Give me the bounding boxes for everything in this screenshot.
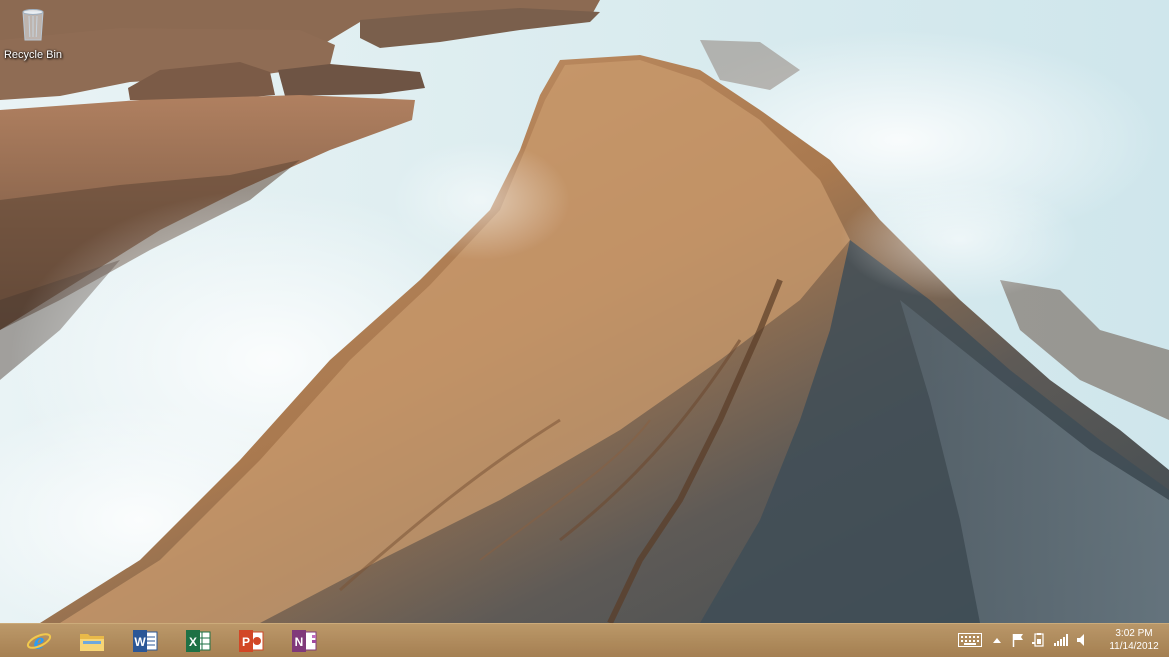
clock-date: 11/14/2012 <box>1109 641 1159 652</box>
excel-icon: X <box>186 630 211 652</box>
svg-text:X: X <box>189 635 197 649</box>
taskbar-app-word[interactable]: W <box>120 625 170 657</box>
taskbar-app-powerpoint[interactable]: P <box>226 625 276 657</box>
volume-icon[interactable] <box>1075 632 1089 648</box>
onenote-icon: N <box>292 630 317 652</box>
system-tray: 3:02 PM 11/14/2012 <box>949 624 1169 657</box>
show-hidden-icons-chevron[interactable] <box>991 632 1003 648</box>
network-signal-icon[interactable] <box>1053 632 1069 648</box>
clock-time: 3:02 PM <box>1115 628 1153 639</box>
taskbar-app-internet-explorer[interactable]: e <box>14 625 64 657</box>
power-icon[interactable] <box>1031 632 1047 648</box>
taskbar-clock[interactable]: 3:02 PM 11/14/2012 <box>1103 627 1165 653</box>
desktop-wallpaper <box>0 0 1169 657</box>
taskbar-app-file-explorer[interactable] <box>67 625 117 657</box>
powerpoint-icon: P <box>239 630 264 652</box>
recycle-bin-icon <box>17 6 49 42</box>
desktop[interactable]: Recycle Bin e W X P N 3:02 PM 11/14/2012 <box>0 0 1169 657</box>
svg-text:W: W <box>134 635 146 649</box>
desktop-icon-recycle-bin[interactable]: Recycle Bin <box>2 4 64 66</box>
keyboard-icon[interactable] <box>957 632 983 648</box>
taskbar: e W X P N 3:02 PM 11/14/2012 <box>0 623 1169 657</box>
internet-explorer-icon: e <box>26 629 52 654</box>
word-icon: W <box>133 630 158 652</box>
svg-text:N: N <box>295 635 304 649</box>
svg-text:P: P <box>242 635 250 649</box>
action-center-flag-icon[interactable] <box>1011 632 1025 648</box>
taskbar-app-excel[interactable]: X <box>173 625 223 657</box>
file-explorer-icon <box>80 634 104 651</box>
svg-text:e: e <box>34 629 45 654</box>
desktop-icon-label: Recycle Bin <box>3 49 63 61</box>
taskbar-app-onenote[interactable]: N <box>279 625 329 657</box>
